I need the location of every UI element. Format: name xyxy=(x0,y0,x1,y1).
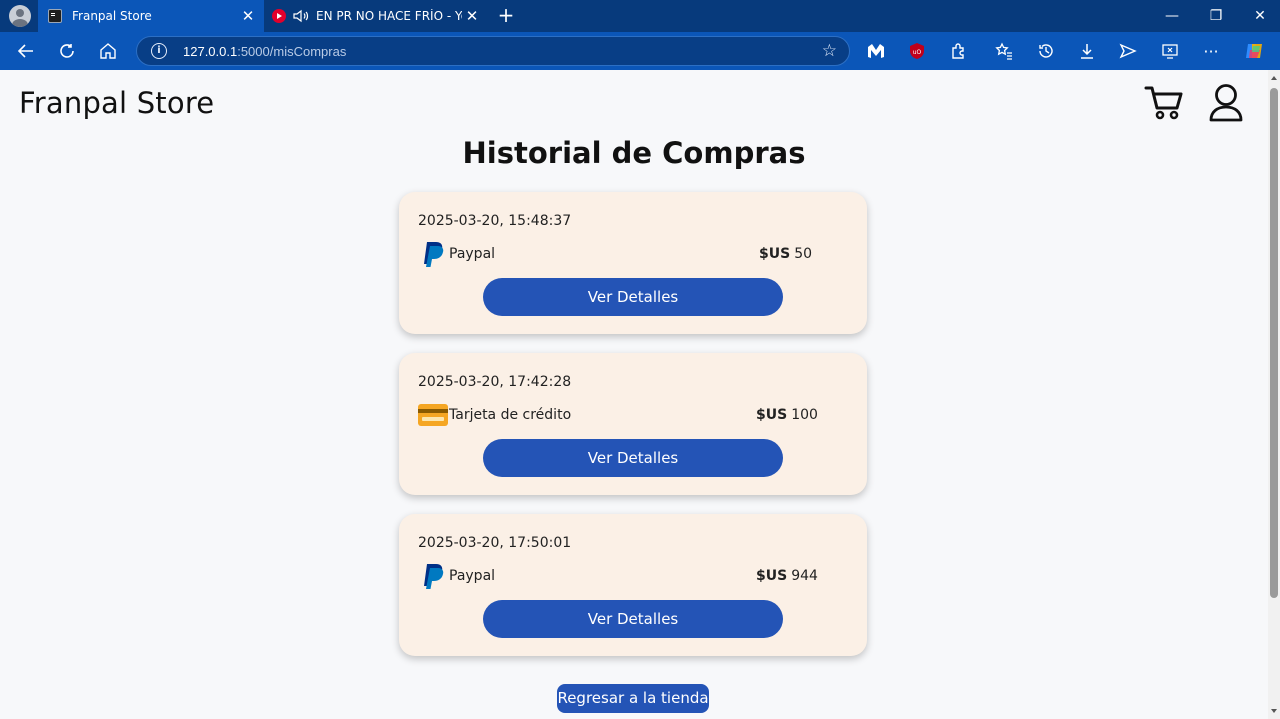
send-icon[interactable] xyxy=(1115,38,1141,64)
shopping-cart-icon[interactable] xyxy=(1144,84,1184,122)
profile-avatar-icon[interactable] xyxy=(9,5,31,27)
user-account-icon[interactable] xyxy=(1206,82,1246,124)
scroll-down-arrow-icon[interactable] xyxy=(1271,709,1277,713)
address-bar[interactable]: i 127.0.0.1:5000/misCompras ☆ xyxy=(136,36,850,66)
paypal-icon xyxy=(417,240,449,268)
scroll-up-arrow-icon[interactable] xyxy=(1271,76,1277,80)
ublock-extension-icon[interactable]: uO xyxy=(904,38,930,64)
tab-title: EN PR NO HACE FRÍO - YouT xyxy=(316,9,462,23)
page-title: Historial de Compras xyxy=(462,136,806,170)
refresh-icon[interactable] xyxy=(54,38,80,64)
order-date: 2025-03-20, 17:50:01 xyxy=(418,535,572,551)
payment-method: Tarjeta de crédito xyxy=(417,401,571,429)
payment-method-label: Paypal xyxy=(449,246,496,262)
payment-method: Paypal xyxy=(417,562,495,590)
scrollbar-thumb[interactable] xyxy=(1270,88,1278,598)
site-info-icon[interactable]: i xyxy=(151,43,167,59)
payment-method: Paypal xyxy=(417,240,495,268)
view-details-button[interactable]: Ver Detalles xyxy=(483,278,783,316)
page-scrollbar[interactable] xyxy=(1268,70,1280,719)
restore-icon[interactable]: ❐ xyxy=(1194,0,1238,32)
home-icon[interactable] xyxy=(95,38,121,64)
minimize-icon[interactable]: — xyxy=(1150,0,1194,32)
url-text[interactable]: 127.0.0.1:5000/misCompras xyxy=(183,44,346,59)
new-tab-icon[interactable]: + xyxy=(494,4,518,28)
copilot-icon[interactable] xyxy=(1241,38,1267,64)
order-date: 2025-03-20, 17:42:28 xyxy=(418,374,572,390)
youtube-favicon-icon xyxy=(272,9,286,23)
svg-text:uO: uO xyxy=(913,49,922,56)
back-arrow-icon[interactable] xyxy=(13,38,39,64)
history-icon[interactable] xyxy=(1033,38,1059,64)
payment-method-label: Tarjeta de crédito xyxy=(449,407,572,423)
order-card: 2025-03-20, 17:50:01 Paypal $US 944 Ver D… xyxy=(399,514,867,656)
back-to-store-button[interactable]: Regresar a la tienda xyxy=(557,684,709,713)
tab-franpal-store[interactable]: Franpal Store ✕ xyxy=(38,0,264,32)
screen-capture-icon[interactable] xyxy=(1157,38,1183,64)
order-card: 2025-03-20, 15:48:37 Paypal $US 50 Ver De… xyxy=(399,192,867,334)
downloads-icon[interactable] xyxy=(1074,38,1100,64)
tab-title: Franpal Store xyxy=(72,9,152,23)
close-window-icon[interactable]: ✕ xyxy=(1238,0,1280,32)
close-tab-icon[interactable]: ✕ xyxy=(462,7,482,25)
order-amount: $US 100 xyxy=(756,407,818,423)
payment-method-label: Paypal xyxy=(449,568,496,584)
browser-toolbar: i 127.0.0.1:5000/misCompras ☆ uO ··· xyxy=(0,32,1280,70)
paypal-icon xyxy=(417,562,449,590)
speaker-icon[interactable] xyxy=(292,9,310,23)
page-viewport: Franpal Store Historial de Compras 2025-… xyxy=(0,70,1268,719)
malwarebytes-extension-icon[interactable] xyxy=(863,38,889,64)
order-card: 2025-03-20, 17:42:28 Tarjeta de crédito … xyxy=(399,353,867,495)
order-amount: $US 50 xyxy=(759,246,813,262)
view-details-button[interactable]: Ver Detalles xyxy=(483,439,783,477)
order-amount: $US 944 xyxy=(756,568,818,584)
terminal-favicon-icon xyxy=(48,9,62,23)
credit-card-icon xyxy=(417,401,449,429)
extensions-icon[interactable] xyxy=(946,38,972,64)
tab-youtube[interactable]: EN PR NO HACE FRÍO - YouT ✕ xyxy=(266,0,488,32)
order-date: 2025-03-20, 15:48:37 xyxy=(418,213,572,229)
browser-tab-strip: Franpal Store ✕ EN PR NO HACE FRÍO - You… xyxy=(0,0,1280,32)
more-options-icon[interactable]: ··· xyxy=(1198,38,1224,64)
favorite-star-icon[interactable]: ☆ xyxy=(822,41,837,61)
favorites-icon[interactable] xyxy=(991,38,1017,64)
close-tab-icon[interactable]: ✕ xyxy=(238,7,258,25)
view-details-button[interactable]: Ver Detalles xyxy=(483,600,783,638)
store-brand[interactable]: Franpal Store xyxy=(19,86,214,120)
